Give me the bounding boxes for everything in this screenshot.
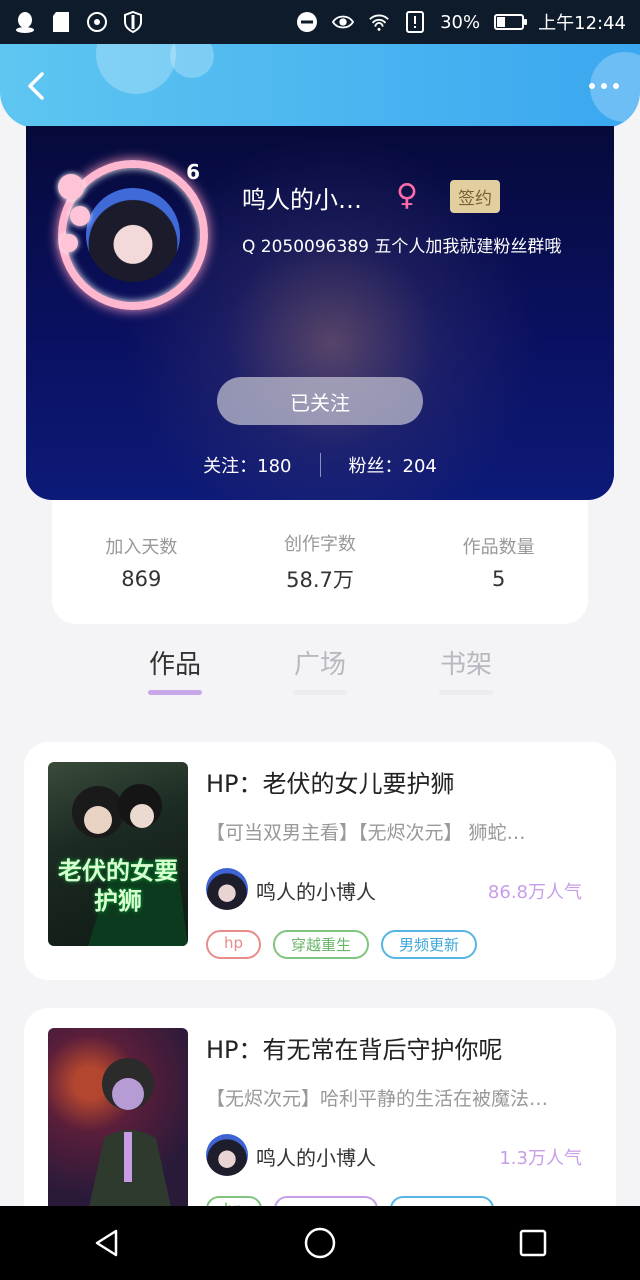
chevron-left-icon [28, 72, 44, 100]
shield-icon [122, 11, 144, 33]
book-title[interactable]: HP：老伏的女儿要护狮 [206, 764, 455, 799]
popularity: 1.3万人气 [499, 1148, 582, 1169]
stat-join-days: 加入天数 869 [105, 537, 178, 591]
battery-icon [494, 14, 528, 30]
user-name: 鸣人的小… [242, 186, 362, 214]
creator-stats: 加入天数 869 创作字数 58.7万 作品数量 5 [52, 500, 588, 624]
book-description: 【无烬次元】哈利平静的生活在被魔法… [206, 1088, 549, 1110]
user-description: Q 2050096389 五个人加我就建粉丝群哦 [242, 237, 562, 257]
following-stat[interactable]: 关注：180 [175, 452, 319, 478]
stat-word-count: 创作字数 58.7万 [283, 534, 356, 592]
fans-stat[interactable]: 粉丝：204 [321, 452, 465, 478]
tab-active-indicator [148, 690, 202, 695]
back-button[interactable] [18, 66, 58, 106]
tab-plaza[interactable]: 广场 [270, 644, 370, 681]
tag[interactable]: hp [206, 930, 262, 959]
battery-percent: 30% [440, 11, 481, 33]
avatar [86, 188, 180, 282]
fans-count: 204 [402, 456, 437, 477]
dnd-icon [296, 11, 318, 33]
profile-tabs: 作品 广场 书架 [0, 640, 640, 710]
author-name[interactable]: 鸣人的小博人 [256, 1142, 376, 1171]
author-avatar[interactable] [206, 868, 248, 910]
clock: 上午12:44 [538, 13, 626, 34]
recents-square-icon [520, 1229, 547, 1257]
book-description: 【可当双男主看】【无烬次元】 狮蛇… [206, 822, 526, 844]
book-card[interactable]: HP：有无常在背后守护你呢 【无烬次元】哈利平静的生活在被魔法… 鸣人的小博人 … [24, 1008, 616, 1228]
tag-list: hp 穿越重生 男频更新 [206, 930, 478, 959]
eye-icon [332, 11, 355, 33]
more-dots-icon [589, 83, 595, 89]
following-count: 180 [257, 456, 292, 477]
alert-icon [404, 11, 426, 33]
profile-header: 6 鸣人的小… ♀ 签约 Q 2050096389 五个人加我就建粉丝群哦 已关… [26, 126, 614, 500]
status-bar: 30% 上午12:44 [0, 0, 640, 44]
author-avatar[interactable] [206, 1134, 248, 1176]
follow-stats: 关注：180 粉丝：204 [26, 452, 614, 478]
more-button[interactable] [584, 74, 624, 98]
popularity: 86.8万人气 [487, 882, 582, 903]
nav-home-button[interactable] [300, 1223, 340, 1263]
book-cover[interactable] [48, 1028, 188, 1212]
level-badge: 6 [186, 160, 200, 184]
stat-works-count: 作品数量 5 [462, 537, 535, 591]
qq-icon [14, 11, 36, 33]
tab-bookshelf[interactable]: 书架 [416, 644, 516, 681]
blossom-icon [58, 174, 84, 200]
sd-card-icon [50, 11, 72, 33]
author-name[interactable]: 鸣人的小博人 [256, 876, 376, 905]
back-triangle-icon [95, 1229, 117, 1257]
book-cover[interactable]: 老伏的女要护狮 [48, 762, 188, 946]
app-bar [0, 44, 640, 128]
tag[interactable]: 男频更新 [381, 930, 478, 959]
female-icon: ♀ [396, 178, 418, 213]
signed-badge: 签约 [450, 180, 500, 213]
home-circle-icon [304, 1227, 336, 1259]
hotspot-icon [86, 11, 108, 33]
book-title[interactable]: HP：有无常在背后守护你呢 [206, 1030, 503, 1065]
book-card[interactable]: 老伏的女要护狮 HP：老伏的女儿要护狮 【可当双男主看】【无烬次元】 狮蛇… 鸣… [24, 742, 616, 980]
nav-back-button[interactable] [87, 1223, 127, 1263]
profile-avatar[interactable]: 6 [58, 160, 208, 310]
wifi-icon [368, 11, 390, 33]
follow-button[interactable]: 已关注 [217, 377, 423, 425]
system-nav-bar [0, 1206, 640, 1280]
tag[interactable]: 穿越重生 [273, 930, 370, 959]
tab-works[interactable]: 作品 [125, 644, 225, 681]
nav-recents-button[interactable] [513, 1223, 553, 1263]
cover-title: 老伏的女要护狮 [58, 857, 178, 915]
